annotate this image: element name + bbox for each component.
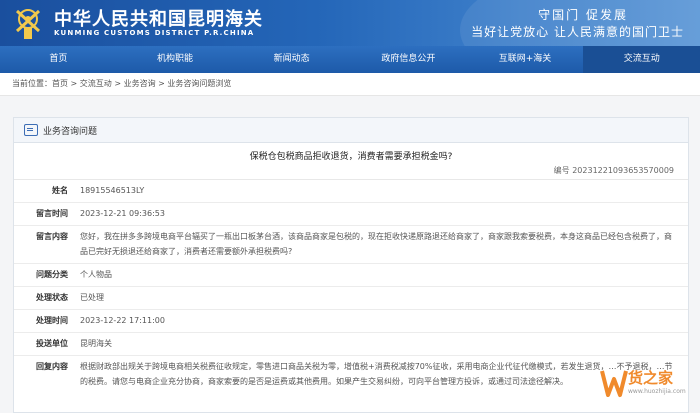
field-label: 问题分类 [14, 264, 80, 286]
nav-item-gov-info[interactable]: 政府信息公开 [350, 46, 467, 73]
panel-title: 业务咨询问题 [43, 124, 97, 137]
field-value: 2023-12-21 09:36:53 [80, 203, 688, 225]
field-value: 您好，我在拼多多跨境电商平台辐买了一瓶出口板茅台酒，该商品商家是包税的，现在拒收… [80, 226, 688, 263]
field-row-name: 姓名 18915546513LY [14, 180, 688, 203]
field-label: 姓名 [14, 180, 80, 202]
message-icon [24, 124, 38, 136]
breadcrumb-path[interactable]: 首页 > 交流互动 > 业务咨询 > 业务咨询问题浏览 [52, 79, 231, 88]
watermark-w-icon [600, 365, 628, 399]
number-value: 20231221093653570009 [572, 166, 674, 175]
field-row-handled-time: 处理时间 2023-12-22 17:11:00 [14, 310, 688, 333]
field-value: 18915546513LY [80, 180, 688, 202]
field-row-content: 留言内容 您好，我在拼多多跨境电商平台辐买了一瓶出口板茅台酒，该商品商家是包税的… [14, 226, 688, 264]
field-label: 投送单位 [14, 333, 80, 355]
site-subtitle: KUNMING CUSTOMS DISTRICT P.R.CHINA [54, 29, 254, 37]
question-title: 保税仓包税商品拒收退货，消费者需要承担税金吗? [14, 143, 688, 163]
field-value: 根据财政部出规关于跨境电商相关税费征收规定，零售进口商品关税为零，增值税+消费税… [80, 356, 688, 400]
nav-item-internet-customs[interactable]: 互联网+海关 [467, 46, 584, 73]
field-row-reply: 回复内容 根据财政部出规关于跨境电商相关税费征收规定，零售进口商品关税为零，增值… [14, 356, 688, 400]
field-value: 已处理 [80, 287, 688, 309]
header-banner: 中华人民共和国昆明海关 KUNMING CUSTOMS DISTRICT P.R… [0, 0, 700, 46]
field-label: 回复内容 [14, 356, 80, 400]
field-label: 留言内容 [14, 226, 80, 263]
field-value: 昆明海关 [80, 333, 688, 355]
field-label: 处理时间 [14, 310, 80, 332]
nav-item-functions[interactable]: 机构职能 [117, 46, 234, 73]
question-number: 编号 20231221093653570009 [14, 163, 688, 180]
field-value: 个人物品 [80, 264, 688, 286]
nav-item-interaction[interactable]: 交流互动 [583, 46, 700, 73]
watermark-logo: 货之家 www.huozhijia.com [600, 361, 694, 405]
number-label: 编号 [554, 166, 570, 175]
consultation-panel: 业务咨询问题 保税仓包税商品拒收退货，消费者需要承担税金吗? 编号 202312… [13, 117, 689, 413]
field-value: 2023-12-22 17:11:00 [80, 310, 688, 332]
site-title: 中华人民共和国昆明海关 [54, 5, 263, 31]
field-label: 留言时间 [14, 203, 80, 225]
slogan-line1: 守国门 促发展 [538, 6, 628, 23]
breadcrumb: 当前位置：首页 > 交流互动 > 业务咨询 > 业务咨询问题浏览 [0, 73, 700, 96]
panel-header: 业务咨询问题 [14, 118, 688, 143]
nav-item-news[interactable]: 新闻动态 [233, 46, 350, 73]
field-row-unit: 投送单位 昆明海关 [14, 333, 688, 356]
field-row-category: 问题分类 个人物品 [14, 264, 688, 287]
main-nav: 首页 机构职能 新闻动态 政府信息公开 互联网+海关 交流互动 [0, 46, 700, 73]
customs-emblem-icon [9, 5, 47, 41]
field-row-status: 处理状态 已处理 [14, 287, 688, 310]
breadcrumb-label: 当前位置： [12, 79, 52, 88]
nav-item-home[interactable]: 首页 [0, 46, 117, 73]
watermark-text: 货之家 [628, 367, 673, 388]
watermark-url: www.huozhijia.com [628, 388, 686, 395]
slogan-line2: 当好让党放心 让人民满意的国门卫士 [471, 23, 684, 40]
field-row-time: 留言时间 2023-12-21 09:36:53 [14, 203, 688, 226]
field-label: 处理状态 [14, 287, 80, 309]
